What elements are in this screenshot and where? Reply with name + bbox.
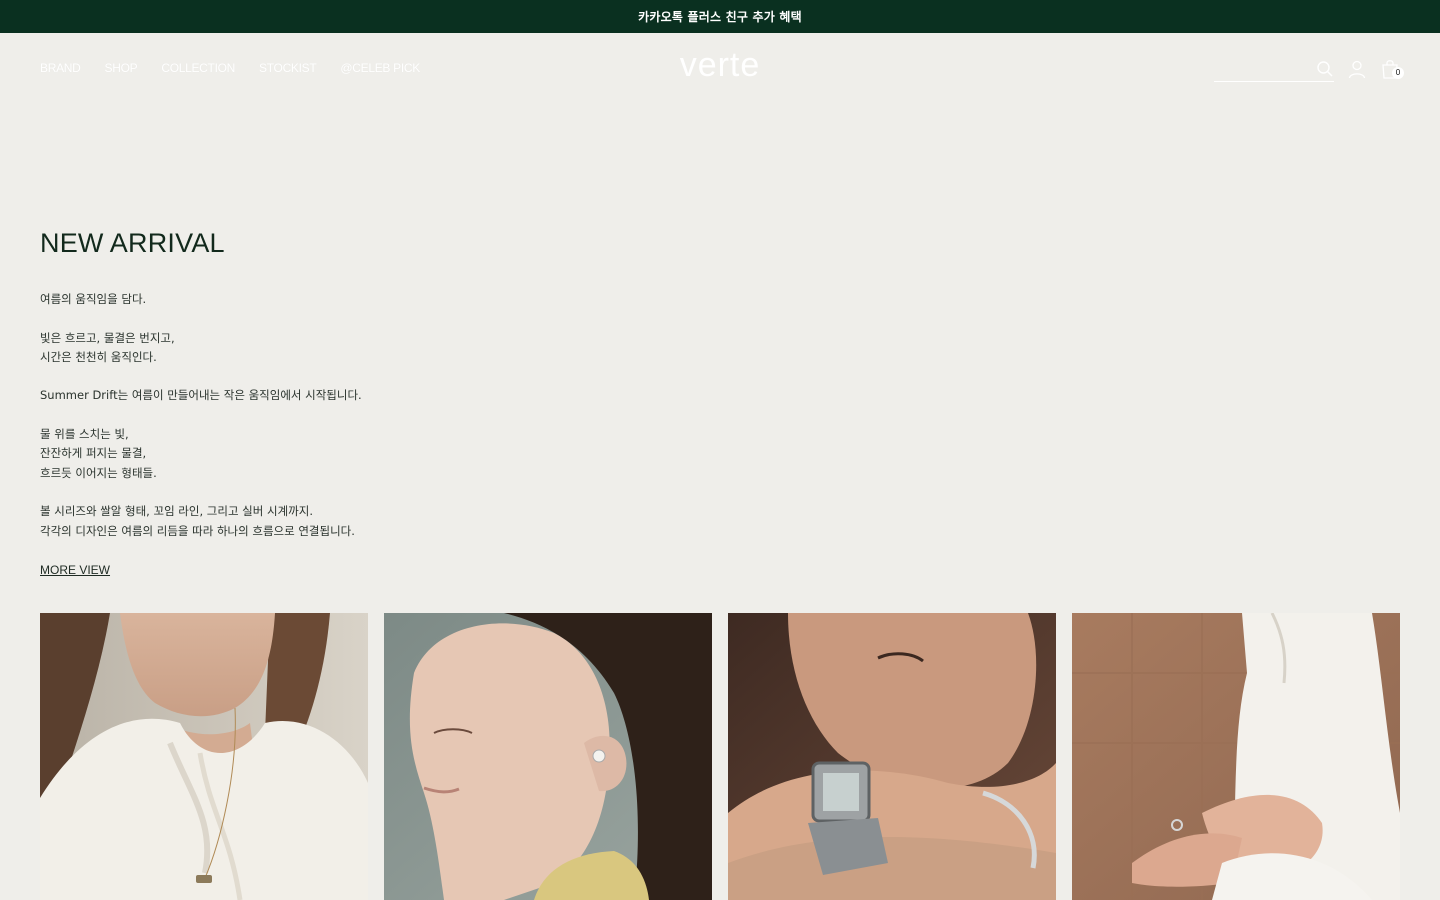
more-view-link[interactable]: MORE VIEW (40, 563, 110, 577)
user-icon[interactable] (1347, 59, 1367, 79)
product-grid (40, 613, 1400, 900)
description-line (40, 483, 540, 502)
description-line: 볼 시리즈와 쌀알 형태, 꼬임 라인, 그리고 실버 시계까지. (40, 504, 313, 519)
section-title: NEW ARRIVAL (40, 228, 225, 258)
cart-button[interactable]: 0 (1380, 58, 1406, 82)
nav-item-shop[interactable]: SHOP (105, 61, 138, 75)
description-line: Summer Drift는 여름이 만들어내는 작은 움직임에서 시작됩니다. (40, 388, 362, 403)
description-line: 시간은 천천히 움직인다. (40, 349, 157, 364)
announcement-bar[interactable]: 카카오톡 플러스 친구 추가 혜택 (0, 0, 1440, 33)
product-card[interactable] (384, 613, 712, 900)
product-image-blouse (40, 613, 368, 900)
product-card[interactable] (728, 613, 1056, 900)
description-line: 잔잔하게 퍼지는 물결, (40, 446, 147, 461)
search-icon[interactable] (1316, 60, 1334, 78)
announcement-text[interactable]: 카카오톡 플러스 친구 추가 혜택 (638, 8, 802, 25)
nav-item-stockist[interactable]: STOCKIST (259, 61, 317, 75)
main-nav: BRAND SHOP COLLECTION STOCKIST @CELEB PI… (40, 61, 420, 75)
nav-item-brand[interactable]: BRAND (40, 61, 81, 75)
product-image-earring (384, 613, 712, 900)
search-box (1214, 58, 1334, 82)
description-line (40, 406, 540, 425)
description-line: 빛은 흐르고, 물결은 번지고, (40, 330, 175, 345)
product-card[interactable] (40, 613, 368, 900)
product-card[interactable] (1072, 613, 1400, 900)
nav-item-celeb-pick[interactable]: @CELEB PICK (340, 61, 420, 75)
description-line: 여름의 움직임을 담다. (40, 292, 147, 306)
product-image-ring (1072, 613, 1400, 900)
brand-logo[interactable]: verte (670, 46, 770, 85)
section-description: 여름의 움직임을 담다. 빛은 흐르고, 물결은 번지고, 시간은 천천히 움직… (40, 290, 540, 541)
nav-item-collection[interactable]: COLLECTION (161, 61, 235, 75)
description-line (40, 309, 540, 328)
search-input[interactable] (1214, 59, 1312, 79)
description-line: 물 위를 스치는 빛, (40, 427, 129, 442)
product-image-watch (728, 613, 1056, 900)
cart-count-badge: 0 (1392, 67, 1404, 79)
description-line: 흐르듯 이어지는 형태들. (40, 465, 157, 480)
description-line (40, 367, 540, 386)
description-line: 각각의 디자인은 여름의 리듬을 따라 하나의 흐름으로 연결됩니다. (40, 523, 355, 538)
